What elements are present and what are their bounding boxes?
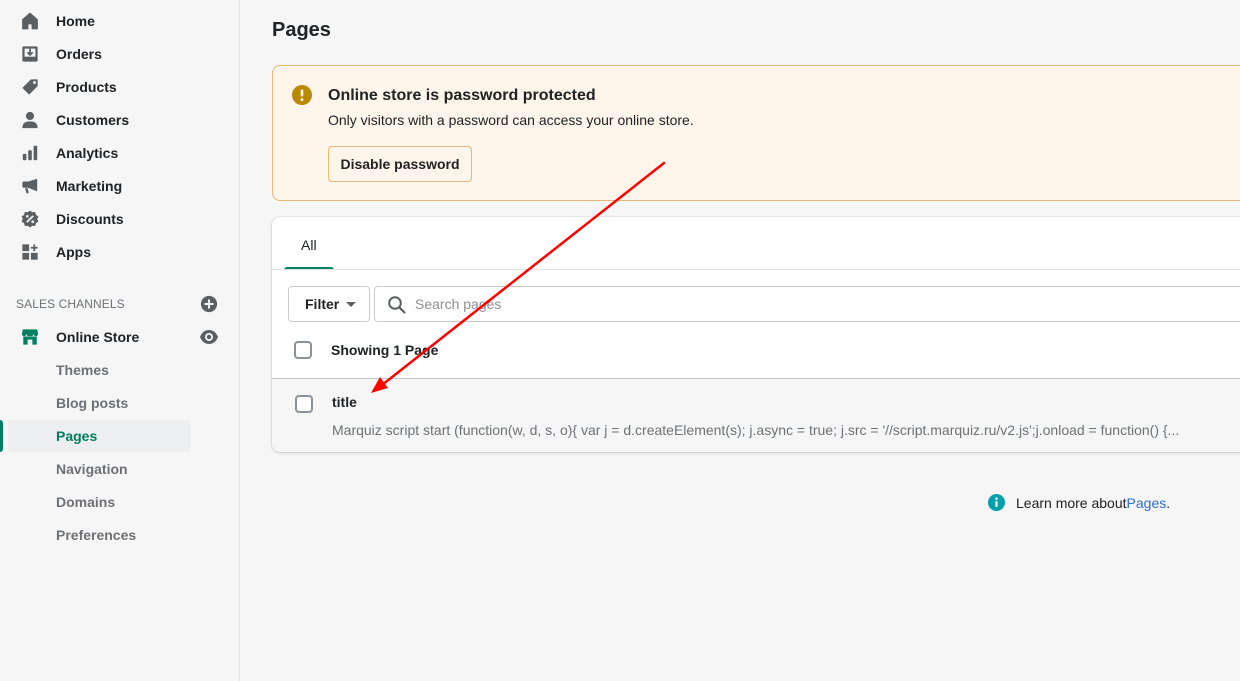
- sidebar-item-analytics[interactable]: Analytics: [8, 137, 191, 169]
- view-store-eye-icon[interactable]: [199, 329, 219, 345]
- sidebar-item-preferences[interactable]: Preferences: [8, 519, 191, 551]
- bar-chart-icon: [20, 143, 40, 163]
- learn-more-link[interactable]: Pages: [1127, 495, 1167, 511]
- sidebar-item-domains[interactable]: Domains: [8, 486, 191, 518]
- sidebar-item-orders[interactable]: Orders: [8, 38, 191, 70]
- active-indicator: [0, 420, 3, 452]
- learn-more-text: Learn more about: [1016, 494, 1127, 511]
- main-content: Pages Online store is password protected…: [240, 0, 1240, 681]
- sidebar-item-blog-posts[interactable]: Blog posts: [8, 387, 191, 419]
- showing-count-label: Showing 1 Page: [331, 342, 439, 358]
- sidebar-item-online-store[interactable]: Online Store: [8, 321, 191, 353]
- pages-card: All Filter Showing 1 Page title Marquiz …: [272, 217, 1240, 452]
- disable-password-button[interactable]: Disable password: [328, 146, 472, 182]
- tag-icon: [20, 77, 40, 97]
- select-all-checkbox[interactable]: [294, 341, 312, 359]
- filter-button[interactable]: Filter: [288, 286, 370, 322]
- orders-icon: [20, 44, 40, 64]
- apps-icon: [20, 242, 40, 262]
- row-checkbox[interactable]: [295, 395, 313, 413]
- sidebar-item-apps[interactable]: Apps: [8, 236, 191, 268]
- sidebar-item-customers[interactable]: Customers: [8, 104, 191, 136]
- sidebar-item-marketing[interactable]: Marketing: [8, 170, 191, 202]
- person-icon: [20, 110, 40, 130]
- table-row[interactable]: title Marquiz script start (function(w, …: [272, 379, 1240, 452]
- sidebar-item-discounts[interactable]: Discounts: [8, 203, 191, 235]
- search-field[interactable]: [374, 286, 1240, 322]
- discount-icon: [20, 209, 40, 229]
- home-icon: [20, 11, 40, 31]
- tab-all[interactable]: All: [284, 217, 334, 270]
- search-icon: [387, 295, 407, 315]
- store-icon: [20, 327, 40, 347]
- info-icon: [988, 494, 1005, 511]
- sidebar-item-products[interactable]: Products: [8, 71, 191, 103]
- row-excerpt: Marquiz script start (function(w, d, s, …: [332, 422, 1180, 438]
- tab-divider: [272, 269, 1240, 270]
- sidebar-item-navigation[interactable]: Navigation: [8, 453, 191, 485]
- sales-channels-heading: SALES CHANNELS: [16, 297, 125, 311]
- sidebar-item-home[interactable]: Home: [8, 5, 191, 37]
- warning-icon: [292, 85, 312, 105]
- sidebar-item-pages[interactable]: Pages: [8, 420, 191, 452]
- megaphone-icon: [20, 176, 40, 196]
- add-sales-channel-icon[interactable]: [200, 295, 218, 313]
- sidebar-item-themes[interactable]: Themes: [8, 354, 191, 386]
- page-title: Pages: [272, 19, 331, 41]
- learn-more-footer: Learn more about Pages .: [988, 494, 1170, 511]
- banner-text: Only visitors with a password can access…: [328, 112, 694, 128]
- search-input[interactable]: [415, 287, 1215, 321]
- password-protected-banner: Online store is password protected Only …: [272, 65, 1240, 201]
- learn-more-suffix: .: [1166, 494, 1171, 511]
- caret-down-icon: [346, 302, 356, 307]
- banner-title: Online store is password protected: [328, 87, 596, 104]
- row-title[interactable]: title: [332, 394, 357, 410]
- sidebar: Home Orders Products Customers Analytics…: [0, 0, 240, 681]
